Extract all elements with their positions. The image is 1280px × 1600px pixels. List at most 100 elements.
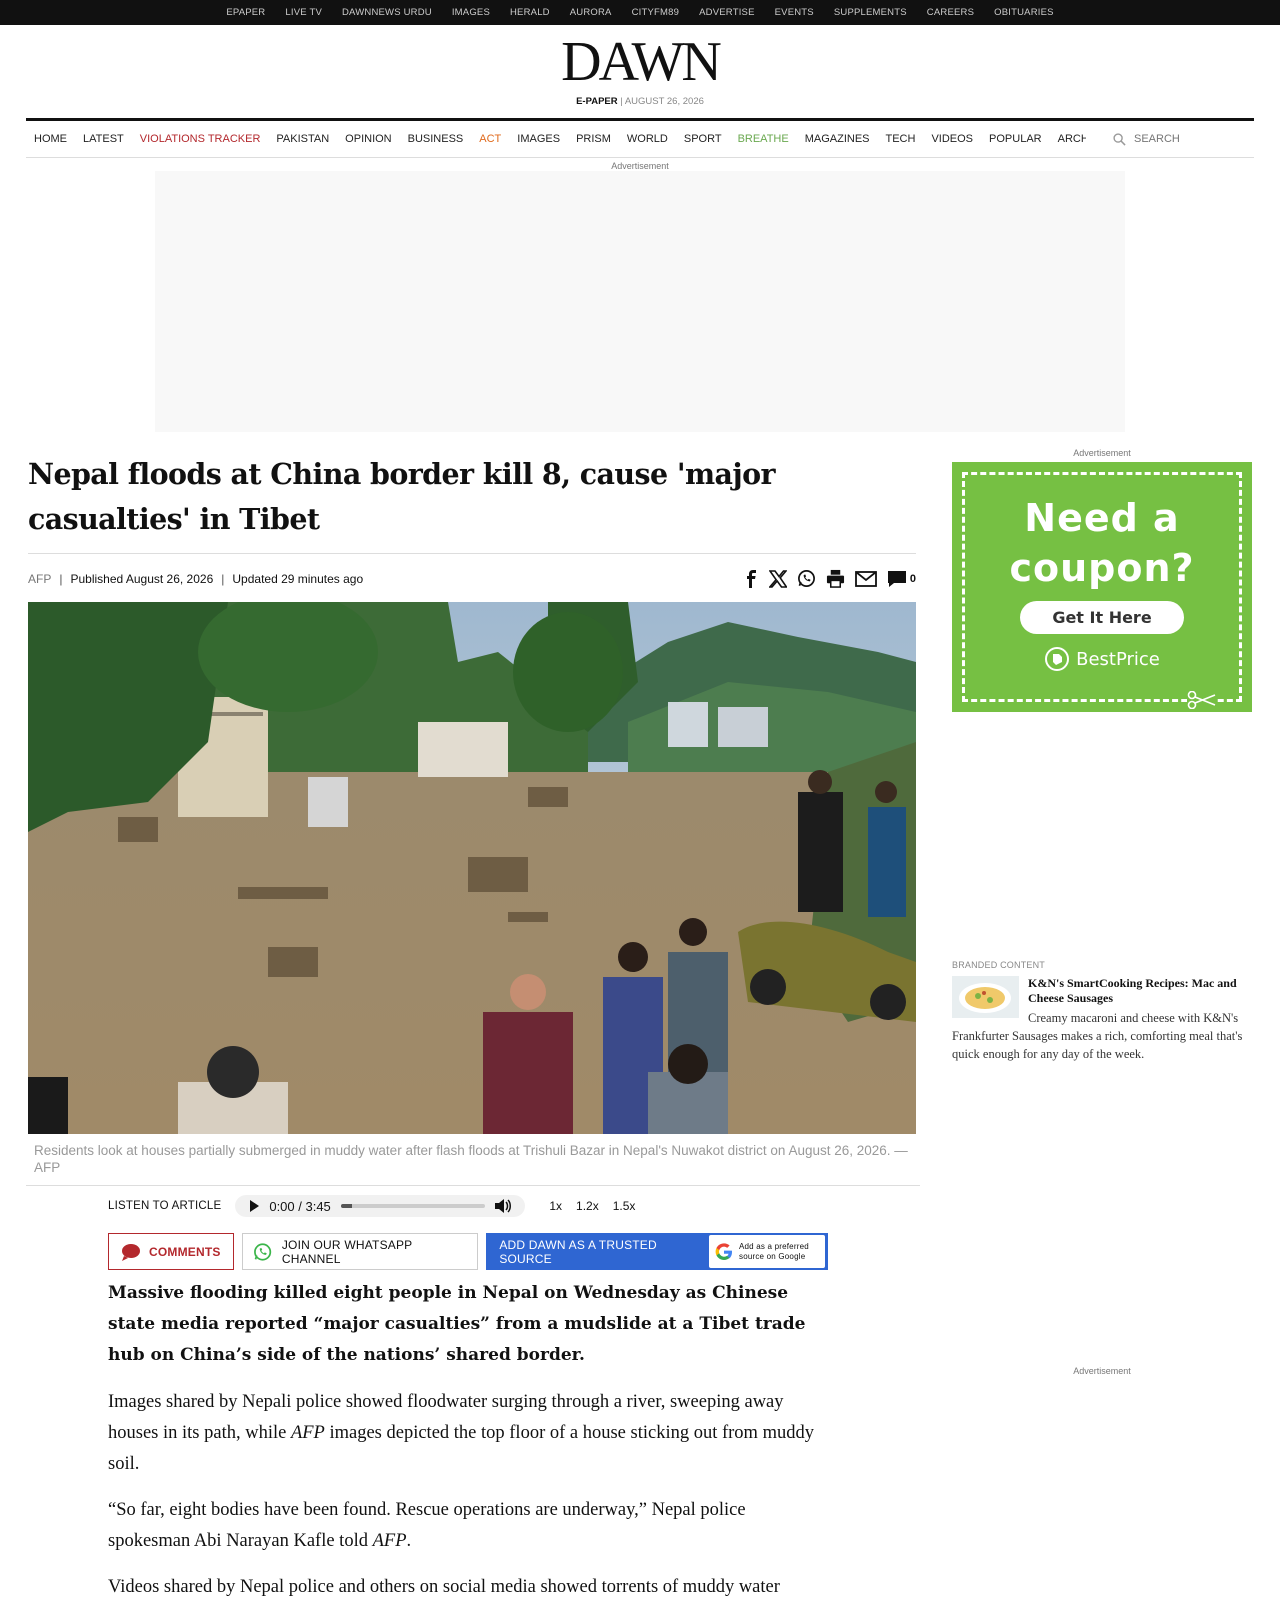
topbar-link[interactable]: EPAPER <box>226 7 265 18</box>
paragraph-text: “So far, eight bodies have been found. R… <box>108 1500 746 1551</box>
topbar-link[interactable]: OBITUARIES <box>994 7 1054 18</box>
audio-progress-fill <box>340 1204 353 1208</box>
nav-item[interactable]: VIOLATIONS TRACKER <box>140 133 261 145</box>
paragraph-text: . <box>406 1531 412 1551</box>
top-utility-bar: EPAPER LIVE TV DAWNNEWS URDU IMAGES HERALD AU… <box>0 0 1280 25</box>
nav-item[interactable]: HOME <box>34 133 67 145</box>
nav-item[interactable]: SPORT <box>684 133 722 145</box>
audio-progress[interactable] <box>340 1204 486 1208</box>
google-preferred-badge: Add as a preferred source on Google <box>709 1235 825 1268</box>
coupon-ad-line2: coupon? <box>1009 546 1195 590</box>
coupon-ad-button[interactable]: Get It Here <box>1020 601 1184 634</box>
sidebar-ad-label: Advertisement <box>1073 448 1131 458</box>
whatsapp-icon <box>253 1242 271 1261</box>
masthead: DAWN E-PAPER | AUGUST 26, 2026 <box>0 25 1280 118</box>
nav-item[interactable]: POPULAR <box>989 133 1042 145</box>
article-paragraph: Images shared by Nepali police showed fl… <box>108 1387 828 1480</box>
topbar-link[interactable]: SUPPLEMENTS <box>834 7 907 18</box>
topbar-link[interactable]: IMAGES <box>452 7 490 18</box>
article-body: Massive flooding killed eight people in … <box>108 1278 828 1600</box>
branded-label: BRANDED CONTENT <box>952 960 1046 970</box>
article-meta-row: AFP | Published August 26, 2026 | Updated 29… <box>28 553 916 603</box>
coupon-ad[interactable]: Need a coupon? Get It Here BestPrice <box>952 462 1252 712</box>
listen-label: LISTEN TO ARTICLE <box>108 1200 222 1212</box>
play-icon[interactable] <box>249 1200 260 1212</box>
topbar-link[interactable]: ADVERTISE <box>699 7 754 18</box>
epaper-line: E-PAPER | AUGUST 26, 2026 <box>0 96 1280 107</box>
nav-item[interactable]: ARCHIVE <box>1058 133 1086 145</box>
branded-content: BRANDED CONTENT K&N's SmartCooking Recip… <box>952 960 1252 1063</box>
volume-icon[interactable] <box>495 1199 512 1213</box>
nav-item[interactable]: ACT <box>479 133 501 145</box>
topbar-link[interactable]: CAREERS <box>927 7 974 18</box>
nav-item[interactable]: BUSINESS <box>408 133 464 145</box>
sidebar-ad-label-2: Advertisement <box>1073 1366 1131 1376</box>
audio-player: 0:00 / 3:45 <box>235 1195 526 1217</box>
nav-item[interactable]: VIDEOS <box>931 133 973 145</box>
branded-thumbnail[interactable] <box>952 976 1019 1018</box>
ad-label: Advertisement <box>155 158 1125 171</box>
comment-bubble-icon <box>122 1243 140 1261</box>
comments-button[interactable]: COMMENTS <box>108 1233 234 1270</box>
comments-label: COMMENTS <box>149 1244 221 1259</box>
speed-option[interactable]: 1x <box>549 1199 562 1213</box>
branded-item[interactable]: K&N's SmartCooking Recipes: Mac and Chee… <box>952 976 1252 1063</box>
google-badge-text: Add as a preferred source on Google <box>739 1241 809 1261</box>
scissors-icon <box>1187 691 1217 709</box>
price-tag-icon <box>1045 647 1070 671</box>
listen-to-article: LISTEN TO ARTICLE 0:00 / 3:45 1x 1.2x 1.5x <box>108 1195 828 1217</box>
nav-item[interactable]: TECH <box>886 133 916 145</box>
article-paragraph: “So far, eight bodies have been found. R… <box>108 1495 828 1557</box>
facebook-icon[interactable] <box>743 569 759 588</box>
nav-item[interactable]: MAGAZINES <box>805 133 870 145</box>
article-hero-image[interactable] <box>28 602 916 1134</box>
whatsapp-label: JOIN OUR WHATSAPP CHANNEL <box>281 1237 413 1266</box>
comment-icon <box>887 570 906 587</box>
x-twitter-icon[interactable] <box>768 569 787 588</box>
playback-speeds: 1x 1.2x 1.5x <box>549 1199 635 1213</box>
nav-item[interactable]: PAKISTAN <box>276 133 329 145</box>
coupon-brand-name: BestPrice <box>1076 648 1160 670</box>
speed-option[interactable]: 1.5x <box>613 1199 636 1213</box>
updated-time: Updated 29 minutes ago <box>232 571 364 586</box>
nav-item[interactable]: IMAGES <box>517 133 560 145</box>
topbar-link[interactable]: AURORA <box>570 7 612 18</box>
search-icon[interactable] <box>1113 132 1126 146</box>
topbar-link[interactable]: EVENTS <box>775 7 814 18</box>
search-input[interactable] <box>1134 133 1194 145</box>
share-bar: 0 <box>743 569 916 588</box>
image-caption: Residents look at houses partially subme… <box>26 1134 920 1186</box>
coupon-ad-frame: Need a coupon? Get It Here BestPrice <box>962 472 1242 709</box>
whatsapp-icon[interactable] <box>797 569 816 588</box>
print-icon[interactable] <box>826 569 845 588</box>
nav-item[interactable]: LATEST <box>83 133 124 145</box>
speed-option[interactable]: 1.2x <box>576 1199 599 1213</box>
nav-item[interactable]: PRISM <box>576 133 611 145</box>
dawn-logo[interactable]: DAWN <box>0 33 1280 91</box>
comment-count: 0 <box>909 572 916 585</box>
published-date: Published August 26, 2026 <box>70 571 214 586</box>
whatsapp-channel-button[interactable]: JOIN OUR WHATSAPP CHANNEL <box>241 1233 479 1270</box>
paragraph-emphasis: AFP <box>372 1531 407 1551</box>
email-icon[interactable] <box>854 570 877 587</box>
nav-search <box>1113 132 1254 146</box>
topbar-link[interactable]: DAWNNEWS URDU <box>342 7 432 18</box>
coupon-ad-headline: Need a coupon? <box>965 493 1239 593</box>
comment-count-link[interactable]: 0 <box>887 570 916 588</box>
trusted-source-button[interactable]: ADD DAWN AS A TRUSTED SOURCE Add as a pr… <box>486 1233 828 1270</box>
article-actions: COMMENTS JOIN OUR WHATSAPP CHANNEL ADD D… <box>108 1233 828 1270</box>
article-source[interactable]: AFP <box>28 572 51 586</box>
top-ad-slot[interactable]: Advertisement <box>155 158 1125 432</box>
nav-item[interactable]: BREATHE <box>738 133 789 145</box>
topbar-link[interactable]: LIVE TV <box>285 7 322 18</box>
article-paragraphs: Images shared by Nepali police showed fl… <box>108 1387 828 1600</box>
article-headline: Nepal floods at China border kill 8, cau… <box>28 457 776 536</box>
nav-item[interactable]: WORLD <box>627 133 668 145</box>
google-g-icon <box>715 1242 732 1260</box>
nav-item[interactable]: OPINION <box>345 133 391 145</box>
topbar-link[interactable]: HERALD <box>510 7 550 18</box>
article-lead: Massive flooding killed eight people in … <box>108 1283 806 1365</box>
epaper-link[interactable]: E-PAPER <box>576 96 618 107</box>
topbar-link[interactable]: CITYFM89 <box>632 7 680 18</box>
nav-items: HOME LATEST VIOLATIONS TRACKER PAKISTAN OPIN… <box>26 133 1086 145</box>
